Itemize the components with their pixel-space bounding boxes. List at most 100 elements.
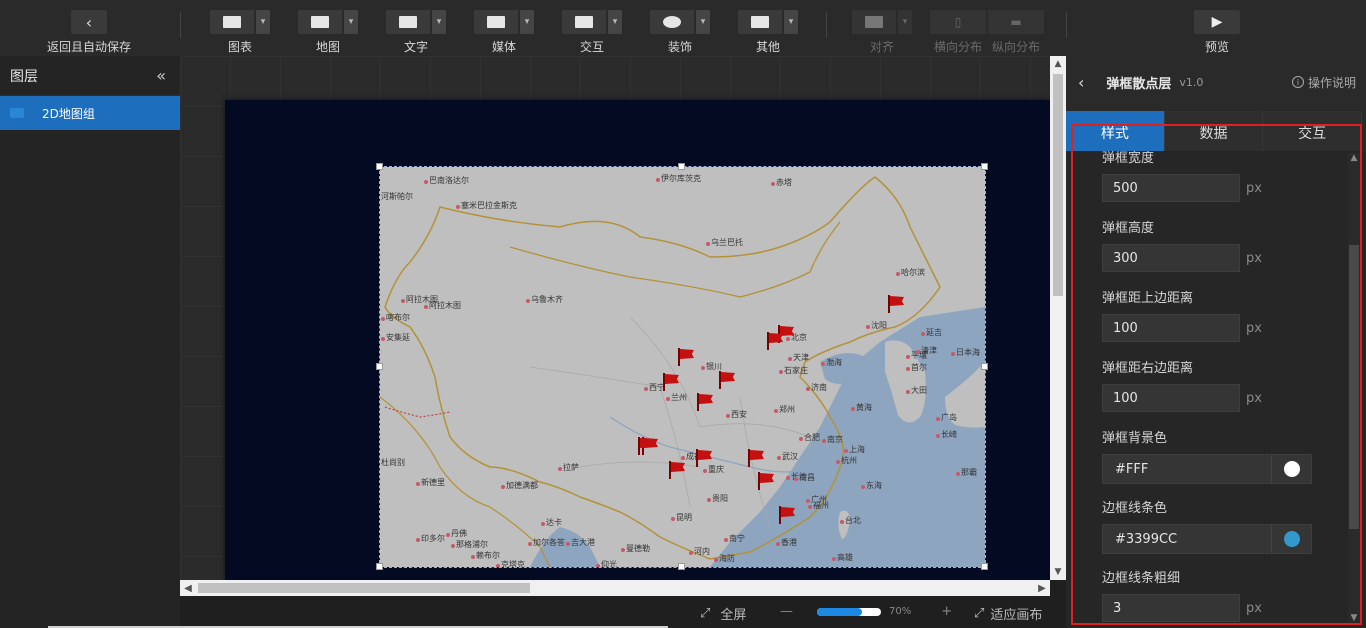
zoom-out-icon[interactable]: — xyxy=(780,604,793,619)
toolbar-align[interactable]: ▾ 对齐 xyxy=(852,10,912,55)
map-city-label: 丹佛 xyxy=(451,529,467,538)
popup-right-offset-input[interactable]: 100 xyxy=(1102,384,1240,412)
config-scrollbar[interactable]: ▲ ▼ xyxy=(1348,153,1360,623)
chevron-down-icon[interactable]: ▾ xyxy=(784,10,798,34)
map-city-label: 河内 xyxy=(694,547,710,556)
decoration-icon[interactable] xyxy=(650,10,694,34)
align-icon[interactable] xyxy=(852,10,896,34)
toolbar-chart[interactable]: ▾ 图表 xyxy=(210,10,270,55)
collapse-icon[interactable]: « xyxy=(156,66,166,85)
map-flag-marker[interactable] xyxy=(767,332,783,350)
scroll-down-icon[interactable]: ▼ xyxy=(1348,613,1360,623)
text-icon[interactable] xyxy=(386,10,430,34)
scroll-down-icon[interactable]: ▼ xyxy=(1050,564,1066,580)
toolbar-other[interactable]: ▾ 其他 xyxy=(738,10,798,55)
map-city-dot xyxy=(936,434,940,438)
chevron-down-icon[interactable]: ▾ xyxy=(256,10,270,34)
toolbar-decoration[interactable]: ▾ 装饰 xyxy=(650,10,710,55)
fullscreen-button[interactable]: ⤢ 全屏 xyxy=(700,604,746,623)
distribute-horizontal-button[interactable]: ▯ 横向分布 xyxy=(930,10,986,55)
tab-data[interactable]: 数据 xyxy=(1164,111,1264,151)
map-city-label: 仰光 xyxy=(601,560,617,567)
other-icon[interactable] xyxy=(738,10,782,34)
resize-handle[interactable] xyxy=(376,163,383,170)
map-city-dot xyxy=(906,390,910,394)
toolbar-map[interactable]: ▾ 地图 xyxy=(298,10,358,55)
field-unit: px xyxy=(1246,600,1262,616)
canvas-workarea[interactable]: 巴南洛达尔 伊尔库茨克 赤塔 河斯帕尔 塞米巴拉金斯克 乌兰巴托 哈尔滨 阿拉木图 乌鲁木齐 沈阳… xyxy=(180,56,1050,580)
map-flag-marker[interactable] xyxy=(696,449,712,467)
zoom-slider[interactable] xyxy=(817,607,881,616)
scroll-thumb[interactable] xyxy=(1349,245,1359,529)
map-flag-marker[interactable] xyxy=(678,348,694,366)
distribute-vertical-button[interactable]: ▬ 纵向分布 xyxy=(988,10,1044,55)
border-width-input[interactable]: 3 xyxy=(1102,594,1240,622)
color-swatch[interactable] xyxy=(1283,531,1300,547)
map-city-dot xyxy=(840,520,844,524)
resize-handle[interactable] xyxy=(981,363,988,370)
scroll-up-icon[interactable]: ▲ xyxy=(1348,153,1360,163)
map-flag-marker[interactable] xyxy=(758,472,774,490)
color-swatch[interactable] xyxy=(1283,461,1300,477)
map-flag-marker[interactable] xyxy=(697,393,713,411)
chevron-down-icon[interactable]: ▾ xyxy=(520,10,534,34)
map-city-dot xyxy=(822,439,826,443)
map-city-dot xyxy=(806,387,810,391)
chevron-down-icon[interactable]: ▾ xyxy=(898,10,912,34)
resize-handle[interactable] xyxy=(678,163,685,170)
popup-width-input[interactable]: 500 xyxy=(1102,174,1240,202)
scroll-thumb[interactable] xyxy=(198,583,530,593)
chevron-down-icon[interactable]: ▾ xyxy=(344,10,358,34)
canvas-vertical-scrollbar[interactable]: ▲ ▼ xyxy=(1050,56,1066,580)
fit-canvas-button[interactable]: ⤢ 适应画布 xyxy=(974,604,1042,623)
layer-item[interactable]: 2D地图组 xyxy=(0,96,180,130)
chevron-down-icon[interactable]: ▾ xyxy=(432,10,446,34)
zoom-in-icon[interactable]: + xyxy=(941,604,952,619)
back-icon[interactable]: ‹ xyxy=(1078,73,1084,92)
help-link[interactable]: i 操作说明 xyxy=(1291,74,1356,91)
interaction-icon[interactable] xyxy=(562,10,606,34)
map-flag-marker[interactable] xyxy=(663,373,679,391)
chevron-down-icon[interactable]: ▾ xyxy=(608,10,622,34)
resize-handle[interactable] xyxy=(981,163,988,170)
tab-style[interactable]: 样式 xyxy=(1066,111,1165,151)
map-city-dot xyxy=(951,352,955,356)
map-flag-marker[interactable] xyxy=(669,461,685,479)
chevron-down-icon[interactable]: ▾ xyxy=(696,10,710,34)
resize-handle[interactable] xyxy=(376,363,383,370)
map-city-label: 河斯帕尔 xyxy=(381,192,413,201)
map-component[interactable]: 巴南洛达尔 伊尔库茨克 赤塔 河斯帕尔 塞米巴拉金斯克 乌兰巴托 哈尔滨 阿拉木图 乌鲁木齐 沈阳… xyxy=(379,166,986,568)
map-flag-marker[interactable] xyxy=(779,506,795,524)
chart-icon[interactable] xyxy=(210,10,254,34)
canvas-horizontal-scrollbar[interactable]: ◀ ▶ xyxy=(180,580,1050,596)
resize-handle[interactable] xyxy=(981,563,988,570)
preview-button[interactable]: ▶ 预览 xyxy=(1194,10,1240,55)
popup-bg-color-input[interactable]: #FFF xyxy=(1102,454,1312,484)
scroll-right-icon[interactable]: ▶ xyxy=(1034,580,1050,596)
popup-height-input[interactable]: 300 xyxy=(1102,244,1240,272)
map-city-dot xyxy=(416,538,420,542)
resize-handle[interactable] xyxy=(376,563,383,570)
back-save-button[interactable]: ‹ 返回且自动保存 xyxy=(44,10,134,55)
toolbar-interaction[interactable]: ▾ 交互 xyxy=(562,10,622,55)
map-city-label: 南宁 xyxy=(729,534,745,543)
popup-top-offset-input[interactable]: 100 xyxy=(1102,314,1240,342)
scroll-left-icon[interactable]: ◀ xyxy=(180,580,196,596)
map-flag-marker[interactable] xyxy=(888,295,904,313)
toolbar-text[interactable]: ▾ 文字 xyxy=(386,10,446,55)
tab-interaction[interactable]: 交互 xyxy=(1263,111,1363,151)
scroll-up-icon[interactable]: ▲ xyxy=(1050,56,1066,72)
map-city-dot xyxy=(424,305,428,309)
media-icon[interactable] xyxy=(474,10,518,34)
map-city-label: 塞米巴拉金斯克 xyxy=(461,201,517,210)
map-flag-marker[interactable] xyxy=(719,371,735,389)
map-city-label: 安集延 xyxy=(386,333,410,342)
scroll-thumb[interactable] xyxy=(1053,74,1063,296)
resize-handle[interactable] xyxy=(678,563,685,570)
toolbar-media[interactable]: ▾ 媒体 xyxy=(474,10,534,55)
map-icon[interactable] xyxy=(298,10,342,34)
map-flag-marker[interactable] xyxy=(638,437,654,455)
map-city-label: 曼德勒 xyxy=(626,544,650,553)
map-flag-marker[interactable] xyxy=(748,449,764,467)
border-color-input[interactable]: #3399CC xyxy=(1102,524,1312,554)
